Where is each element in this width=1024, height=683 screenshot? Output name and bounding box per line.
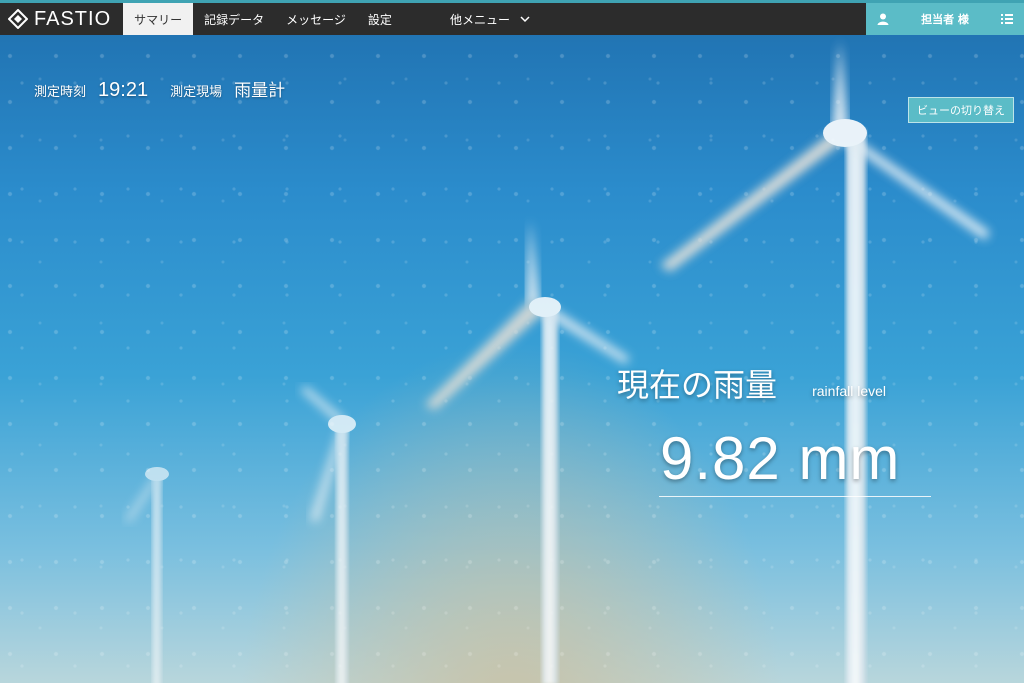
nav-item-messages[interactable]: メッセージ: [275, 3, 357, 35]
logo-diamond-icon: [8, 9, 28, 29]
turbine-far: [125, 467, 169, 683]
time-label: 測定時刻: [34, 85, 87, 100]
nav-item-settings[interactable]: 設定: [357, 3, 403, 35]
site-value: 雨量計: [234, 81, 286, 101]
site-label: 測定現場: [170, 85, 223, 100]
nav-other-menu[interactable]: 他メニュー: [439, 3, 541, 35]
user-menu[interactable]: 担当者 様: [866, 3, 1024, 35]
turbine-medium: [425, 220, 630, 683]
user-name: 担当者 様: [921, 13, 969, 26]
menu-list-icon[interactable]: [1000, 12, 1014, 26]
reading-title: 現在の雨量: [617, 366, 778, 404]
chevron-down-icon: [520, 16, 530, 23]
reading-value: 9.82 mm: [660, 425, 901, 492]
user-icon: [877, 13, 889, 25]
top-navbar: FASTIO サマリー 記録データ メッセージ 設定 他メニュー 担当者 様: [0, 0, 1024, 35]
nav-item-records[interactable]: 記録データ: [193, 3, 275, 35]
rainfall-reading: 現在の雨量 rainfall level 9.82 mm: [617, 360, 931, 497]
logo-text: FASTIO: [34, 7, 112, 30]
wind-turbines-illustration: [125, 40, 990, 683]
turbine-small: [300, 386, 356, 683]
view-switch-button[interactable]: ビューの切り替え: [908, 97, 1014, 123]
nav-item-summary[interactable]: サマリー: [123, 3, 194, 35]
time-value: 19:21: [98, 79, 149, 101]
reading-subtitle: rainfall level: [812, 383, 887, 399]
reading-underline: [659, 496, 931, 497]
measurement-info: 測定時刻 19:21 測定現場 雨量計: [34, 76, 285, 102]
brand-logo[interactable]: FASTIO: [0, 3, 123, 35]
other-menu-label: 他メニュー: [449, 12, 510, 27]
